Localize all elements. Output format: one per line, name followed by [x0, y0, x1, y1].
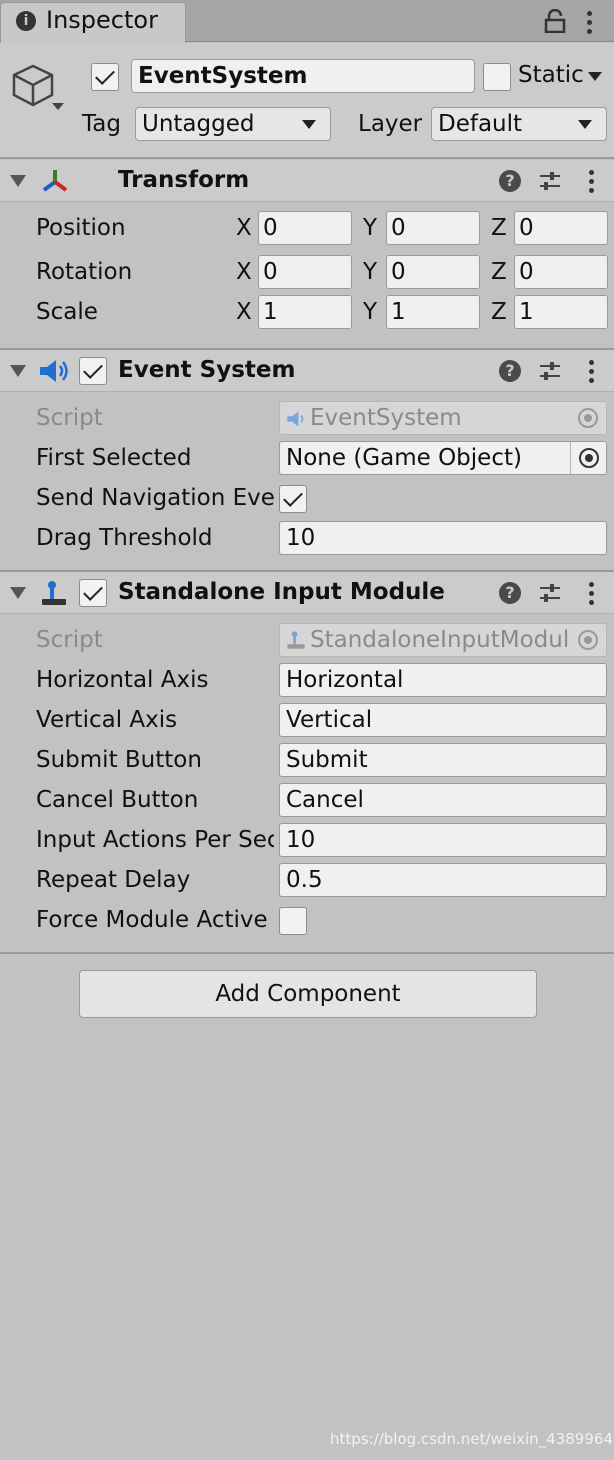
axis-x-label[interactable]: X [236, 259, 252, 285]
scale-z-field[interactable]: 1 [514, 295, 608, 329]
event-system-icon [40, 360, 68, 382]
help-icon[interactable]: ? [499, 360, 521, 382]
script-field: StandaloneInputModule [279, 623, 607, 657]
repeat-delay-label: Repeat Delay [36, 867, 191, 893]
script-field: EventSystem [279, 401, 607, 435]
gameobject-cube-icon[interactable] [8, 61, 68, 121]
force-module-active-checkbox[interactable] [279, 907, 307, 935]
script-label: Script [36, 405, 103, 431]
section-divider [0, 952, 614, 954]
chevron-down-icon [302, 120, 316, 129]
script-value: EventSystem [310, 405, 462, 431]
tag-label: Tag [82, 111, 121, 137]
transform-header[interactable]: Transform ? [0, 160, 614, 202]
first-selected-label: First Selected [36, 445, 192, 471]
active-checkbox[interactable] [91, 63, 119, 91]
axis-y-label[interactable]: Y [363, 215, 377, 241]
scale-label: Scale [36, 299, 98, 325]
static-dropdown-arrow-icon[interactable] [588, 72, 602, 81]
rotation-label: Rotation [36, 259, 133, 285]
tab-menu-icon[interactable] [584, 9, 594, 35]
layer-dropdown[interactable]: Default [431, 107, 607, 141]
repeat-delay-field[interactable]: 0.5 [279, 863, 607, 897]
force-module-active-label: Force Module Active [36, 907, 268, 933]
input-actions-field[interactable]: 10 [279, 823, 607, 857]
horizontal-axis-label: Horizontal Axis [36, 667, 209, 693]
help-icon[interactable]: ? [499, 582, 521, 604]
foldout-arrow-icon[interactable] [10, 587, 26, 599]
object-picker-icon [570, 402, 606, 434]
input-actions-label: Input Actions Per Second [36, 827, 274, 853]
position-x-field[interactable]: 0 [258, 211, 352, 245]
component-menu-icon[interactable] [586, 580, 596, 606]
event-system-enabled-checkbox[interactable] [79, 357, 107, 385]
position-label: Position [36, 215, 126, 241]
component-menu-icon[interactable] [586, 358, 596, 384]
drag-threshold-field[interactable]: 10 [279, 521, 607, 555]
event-system-icon [287, 411, 304, 427]
object-name-input[interactable]: EventSystem [131, 59, 475, 93]
axis-z-label[interactable]: Z [491, 299, 507, 325]
presets-icon[interactable] [538, 170, 562, 192]
input-module-header[interactable]: Standalone Input Module ? [0, 572, 614, 614]
lock-icon[interactable] [544, 9, 566, 33]
axis-z-label[interactable]: Z [491, 215, 507, 241]
cancel-button-field[interactable]: Cancel [279, 783, 607, 817]
chevron-down-icon [578, 120, 592, 129]
rotation-y-field[interactable]: 0 [386, 255, 480, 289]
first-selected-value: None (Game Object) [286, 445, 522, 471]
static-label: Static [518, 62, 584, 88]
axis-x-label[interactable]: X [236, 215, 252, 241]
script-value: StandaloneInputModule [310, 627, 584, 653]
axis-x-label[interactable]: X [236, 299, 252, 325]
layer-label: Layer [358, 111, 423, 137]
static-checkbox[interactable] [483, 63, 511, 91]
axis-y-label[interactable]: Y [363, 299, 377, 325]
input-module-icon [287, 631, 305, 649]
event-system-header[interactable]: Event System ? [0, 350, 614, 392]
rotation-x-field[interactable]: 0 [258, 255, 352, 289]
object-picker-icon [570, 624, 606, 656]
add-component-button[interactable]: Add Component [79, 970, 537, 1018]
presets-icon[interactable] [538, 360, 562, 382]
send-navigation-checkbox[interactable] [279, 485, 307, 513]
input-module-enabled-checkbox[interactable] [79, 579, 107, 607]
component-menu-icon[interactable] [586, 168, 596, 194]
input-module-title: Standalone Input Module [118, 579, 445, 605]
vertical-axis-label: Vertical Axis [36, 707, 178, 733]
transform-title: Transform [118, 167, 250, 193]
first-selected-field[interactable]: None (Game Object) [279, 441, 607, 475]
object-picker-icon[interactable] [570, 442, 606, 474]
tab-title: Inspector [46, 6, 158, 34]
input-module-icon [42, 581, 66, 605]
scale-y-field[interactable]: 1 [386, 295, 480, 329]
tag-value: Untagged [142, 111, 255, 137]
axis-z-label[interactable]: Z [491, 259, 507, 285]
axis-y-label[interactable]: Y [363, 259, 377, 285]
presets-icon[interactable] [538, 582, 562, 604]
send-navigation-label: Send Navigation Events [36, 485, 274, 511]
event-system-title: Event System [118, 357, 296, 383]
cancel-button-label: Cancel Button [36, 787, 199, 813]
submit-button-field[interactable]: Submit [279, 743, 607, 777]
script-label: Script [36, 627, 103, 653]
scale-x-field[interactable]: 1 [258, 295, 352, 329]
vertical-axis-field[interactable]: Vertical [279, 703, 607, 737]
foldout-arrow-icon[interactable] [10, 365, 26, 377]
drag-threshold-label: Drag Threshold [36, 525, 213, 551]
layer-value: Default [438, 111, 523, 137]
position-z-field[interactable]: 0 [514, 211, 608, 245]
tag-dropdown[interactable]: Untagged [135, 107, 331, 141]
help-icon[interactable]: ? [499, 170, 521, 192]
horizontal-axis-field[interactable]: Horizontal [279, 663, 607, 697]
submit-button-label: Submit Button [36, 747, 202, 773]
watermark: https://blog.csdn.net/weixin_43899645 [330, 1430, 614, 1448]
info-icon: i [16, 11, 36, 31]
position-y-field[interactable]: 0 [386, 211, 480, 245]
rotation-z-field[interactable]: 0 [514, 255, 608, 289]
foldout-arrow-icon[interactable] [10, 175, 26, 187]
transform-axis-icon [42, 170, 68, 192]
